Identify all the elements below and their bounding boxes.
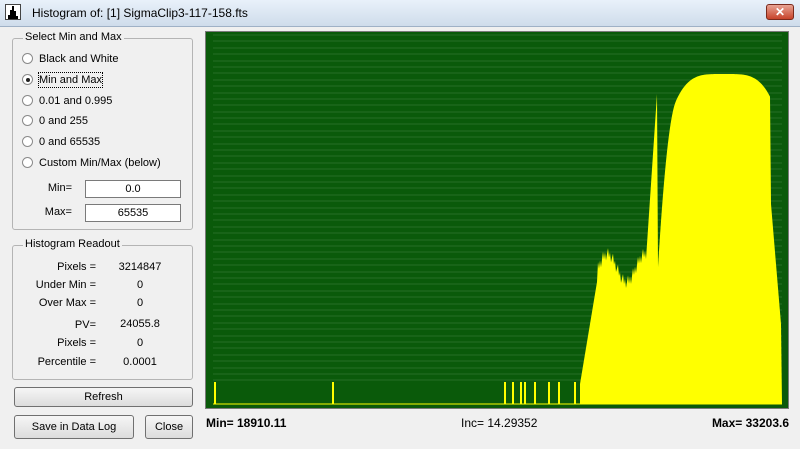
readout-value-pv: 24055.8: [120, 318, 160, 330]
readout-value-under-min: 0: [136, 279, 144, 291]
close-icon: ✕: [774, 5, 786, 19]
radio-label: 0.01 and 0.995: [39, 95, 113, 107]
histogram-spike: [548, 382, 550, 404]
histogram-spike: [558, 382, 560, 404]
readout-value-pixels: 3214847: [118, 261, 162, 273]
radio-label: 0 and 255: [39, 115, 88, 127]
histogram-spike: [524, 382, 526, 404]
histogram-spike: [512, 382, 514, 404]
min-input[interactable]: [85, 180, 181, 198]
readout-value-over-max: 0: [136, 297, 144, 309]
close-button[interactable]: Close: [145, 415, 193, 439]
window-close-button[interactable]: ✕: [766, 4, 794, 20]
radio-circle-icon[interactable]: [22, 95, 33, 106]
readout-label-pv: PV=: [74, 319, 96, 331]
histogram-spike: [504, 382, 506, 404]
histogram-spike: [534, 382, 536, 404]
histogram-plot[interactable]: [205, 31, 789, 409]
readout-label-under-min: Under Min =: [35, 279, 96, 291]
max-field-label: Max=: [44, 206, 72, 218]
status-inc: Inc= 14.29352: [461, 416, 538, 430]
readout-label-percentile: Percentile =: [37, 356, 96, 368]
histogram-spike: [214, 382, 216, 404]
radio-circle-icon[interactable]: [22, 53, 33, 64]
status-max: Max= 33203.6: [711, 416, 789, 430]
histogram-body: [580, 74, 782, 404]
radio-label: 0 and 65535: [39, 136, 101, 148]
radio-circle-icon[interactable]: [22, 74, 33, 85]
max-input[interactable]: [85, 204, 181, 222]
readout-value-percentile: 0.0001: [123, 356, 157, 368]
readout-value-pv-pixels: 0: [136, 337, 144, 349]
histogram-svg: [213, 34, 782, 405]
histogram-spike: [574, 382, 576, 404]
select-group-title: Select Min and Max: [23, 31, 124, 43]
save-in-data-log-button[interactable]: Save in Data Log: [14, 415, 134, 439]
radio-label: Custom Min/Max (below): [39, 157, 161, 169]
readout-label-pv-pixels: Pixels =: [57, 337, 96, 349]
status-min: Min= 18910.11: [206, 416, 287, 430]
radio-circle-icon[interactable]: [22, 115, 33, 126]
refresh-button[interactable]: Refresh: [14, 387, 193, 407]
select-min-max-group: Select Min and Max: [12, 31, 193, 230]
readout-group-title: Histogram Readout: [23, 238, 122, 250]
histogram-app-icon: [5, 4, 21, 20]
title-bar[interactable]: Histogram of: [1] SigmaClip3-117-158.fts…: [0, 0, 800, 27]
radio-circle-icon[interactable]: [22, 136, 33, 147]
radio-label: Min and Max: [38, 72, 103, 88]
radio-label: Black and White: [39, 53, 119, 65]
histogram-spike: [520, 382, 522, 404]
min-field-label: Min=: [47, 182, 72, 194]
radio-circle-icon[interactable]: [22, 157, 33, 168]
window-title: Histogram of: [1] SigmaClip3-117-158.fts: [32, 6, 248, 20]
readout-label-pixels: Pixels =: [57, 261, 96, 273]
readout-label-over-max: Over Max =: [38, 297, 96, 309]
histogram-spike: [332, 382, 334, 404]
